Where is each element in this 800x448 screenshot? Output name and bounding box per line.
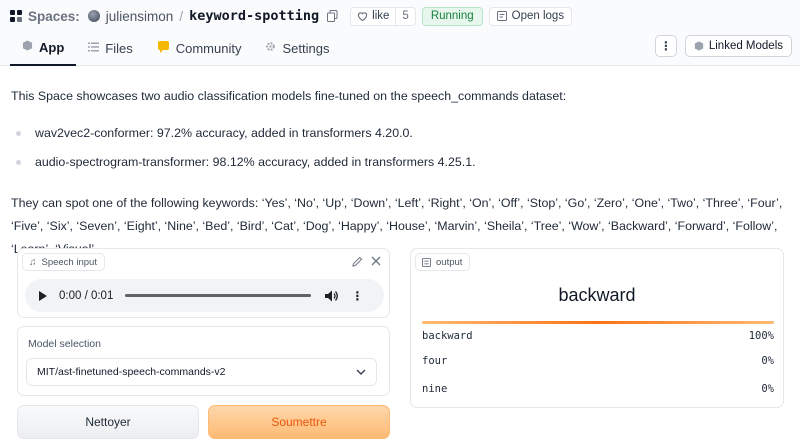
linked-models-label: Linked Models [708, 40, 783, 52]
confidence-value: 100% [748, 330, 774, 342]
space-header: Spaces: juliensimon / keyword-spotting l… [0, 0, 800, 66]
heart-icon [357, 12, 368, 21]
like-count: 5 [395, 7, 414, 25]
bullet-text: wav2vec2-conformer: 97.2% accuracy, adde… [35, 126, 413, 140]
clear-button[interactable]: Nettoyer [17, 405, 199, 439]
model-dropdown[interactable]: MIT/ast-finetuned-speech-commands-v2 [26, 358, 377, 386]
confidence-label: nine [422, 383, 448, 395]
spaces-logo-icon [10, 10, 22, 22]
confidence-label: four [422, 355, 448, 367]
list-item: wav2vec2-conformer: 97.2% accuracy, adde… [16, 126, 413, 140]
output-label: output [415, 253, 471, 271]
app-icon [22, 40, 33, 54]
audio-seek-bar[interactable] [125, 294, 312, 297]
tab-app[interactable]: App [10, 30, 77, 66]
like-label: like [372, 10, 390, 22]
like-button[interactable]: like 5 [350, 6, 416, 26]
open-logs-label: Open logs [511, 10, 565, 22]
repo-name[interactable]: keyword-spotting [189, 8, 319, 24]
open-logs-button[interactable]: Open logs [488, 6, 573, 26]
space-tabs: App Files Community Settings [10, 30, 341, 66]
owner-avatar[interactable] [87, 10, 100, 22]
play-button[interactable] [39, 290, 47, 301]
submit-button[interactable]: Soumettre [208, 405, 390, 439]
model-selection-block: Model selection MIT/ast-finetuned-speech… [17, 326, 390, 396]
tab-files-label: Files [105, 40, 133, 56]
list-item: audio-spectrogram-transformer: 98.12% ac… [16, 155, 476, 169]
copy-icon[interactable] [327, 10, 338, 22]
owner-link[interactable]: juliensimon [106, 9, 174, 24]
tab-settings[interactable]: Settings [253, 30, 341, 66]
bullet-dot [16, 130, 21, 136]
more-options-button[interactable]: ⋮ [654, 35, 677, 57]
tab-files[interactable]: Files [76, 30, 144, 66]
tab-settings-label: Settings [282, 40, 330, 56]
bullet-text: audio-spectrogram-transformer: 98.12% ac… [35, 155, 476, 169]
output-block: output backward backward 100% four 0% ni… [410, 248, 784, 408]
confidence-row: four 0% [422, 355, 774, 367]
model-dropdown-value: MIT/ast-finetuned-speech-commands-v2 [37, 366, 226, 378]
cube-icon [694, 41, 704, 51]
confidence-value: 0% [761, 355, 774, 367]
status-badge: Running [421, 6, 483, 26]
logs-icon [496, 11, 507, 21]
space-title-bar: Spaces: juliensimon / keyword-spotting l… [10, 6, 573, 26]
close-icon[interactable] [371, 256, 381, 266]
confidence-value: 0% [761, 383, 774, 395]
tab-community-label: Community [175, 40, 242, 56]
community-icon [157, 40, 170, 56]
path-separator: / [179, 8, 184, 24]
header-actions: ⋮ Linked Models [654, 35, 792, 57]
volume-icon[interactable] [325, 290, 339, 302]
edit-pencil-icon[interactable] [352, 256, 363, 267]
model-selection-label: Model selection [28, 338, 101, 350]
confidence-row: backward 100% [422, 321, 774, 342]
speech-input-label: ♫ Speech input [22, 253, 105, 271]
speech-input-label-text: Speech input [41, 256, 97, 268]
audio-menu-icon[interactable]: ⋮ [351, 289, 363, 303]
predicted-label: backward [558, 285, 636, 305]
audio-player: 0:00 / 0:01 ⋮ [25, 279, 384, 312]
gear-icon [265, 41, 276, 55]
speech-input-block: ♫ Speech input 0:00 / 0:01 ⋮ [17, 248, 390, 318]
tab-community[interactable]: Community [145, 30, 254, 66]
confidence-label: backward [422, 330, 473, 342]
confidence-bar [422, 321, 774, 324]
linked-models-button[interactable]: Linked Models [684, 35, 792, 57]
confidence-row: nine 0% [422, 383, 774, 395]
files-icon [88, 42, 100, 55]
chevron-down-icon [356, 369, 366, 375]
label-icon [422, 257, 431, 267]
output-label-text: output [436, 256, 463, 268]
music-note-icon: ♫ [29, 256, 37, 268]
audio-time: 0:00 / 0:01 [59, 289, 114, 302]
bullet-dot [16, 159, 21, 165]
description-intro: This Space showcases two audio classific… [11, 89, 567, 103]
spaces-label[interactable]: Spaces: [28, 9, 80, 24]
tab-app-label: App [39, 39, 65, 55]
